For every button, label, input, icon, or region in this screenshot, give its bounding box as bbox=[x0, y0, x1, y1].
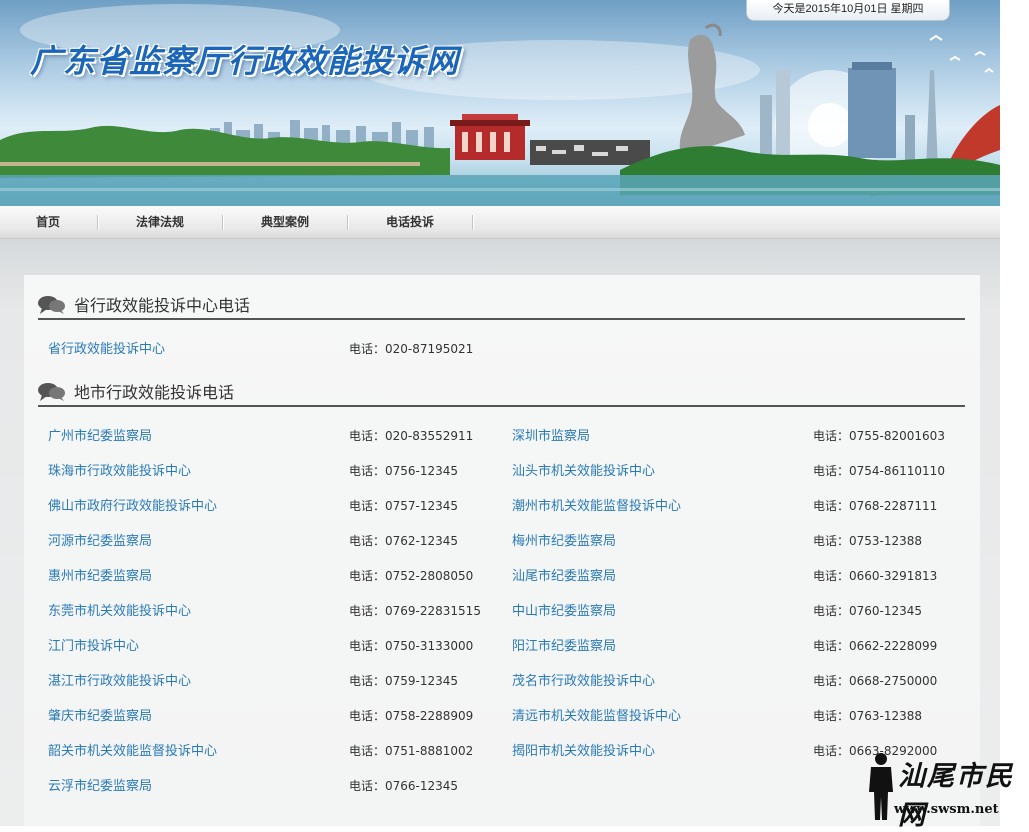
chat-bubbles-icon bbox=[38, 296, 65, 314]
site-watermark: 汕尾市民网 www.swsm.net bbox=[864, 752, 1024, 831]
office-phone: 电话：0762-12345 bbox=[349, 534, 459, 548]
office-phone: 电话：0763-12388 bbox=[813, 709, 923, 723]
office-link[interactable]: 广州市纪委监察局 bbox=[48, 425, 152, 444]
office-phone: 电话：0754-86110110 bbox=[813, 464, 945, 478]
office-phone: 电话：0752-2808050 bbox=[349, 569, 474, 583]
current-date: 今天是2015年10月01日 星期四 bbox=[746, 0, 950, 21]
office-phone: 电话：0668-2750000 bbox=[813, 674, 938, 688]
office-phone: 电话：0757-12345 bbox=[349, 499, 459, 513]
section-title: 省行政效能投诉中心电话 bbox=[74, 296, 251, 315]
watermark-url: www.swsm.net bbox=[894, 802, 999, 817]
chat-bubbles-icon bbox=[38, 383, 65, 401]
main-nav: 首页 法律法规 典型案例 电话投诉 bbox=[0, 206, 1000, 239]
office-phone: 电话：0662-2228099 bbox=[813, 639, 938, 653]
office-link[interactable]: 茂名市行政效能投诉中心 bbox=[512, 670, 655, 689]
office-link[interactable]: 揭阳市机关效能投诉中心 bbox=[512, 740, 655, 759]
office-link[interactable]: 汕头市机关效能投诉中心 bbox=[512, 460, 655, 479]
watermark-text: 汕尾市民网 bbox=[898, 761, 1014, 831]
office-link[interactable]: 潮州市机关效能监督投诉中心 bbox=[512, 495, 681, 514]
office-phone: 电话：0768-2287111 bbox=[813, 499, 938, 513]
office-phone: 电话：0758-2288909 bbox=[349, 709, 474, 723]
office-link[interactable]: 韶关市机关效能监督投诉中心 bbox=[48, 740, 217, 759]
office-phone: 电话：020-87195021 bbox=[349, 342, 474, 356]
office-link[interactable]: 清远市机关效能监督投诉中心 bbox=[512, 705, 681, 724]
office-link[interactable]: 肇庆市纪委监察局 bbox=[48, 705, 152, 724]
office-phone: 电话：0766-12345 bbox=[349, 779, 459, 793]
office-phone: 电话：0753-12388 bbox=[813, 534, 923, 548]
office-link[interactable]: 河源市纪委监察局 bbox=[48, 530, 152, 549]
city-skyline-illustration bbox=[0, 4, 1000, 206]
office-link[interactable]: 惠州市纪委监察局 bbox=[48, 565, 152, 584]
office-phone: 电话：0750-3133000 bbox=[349, 639, 474, 653]
nav-home[interactable]: 首页 bbox=[0, 206, 96, 238]
section-header-cities: 地市行政效能投诉电话 bbox=[38, 377, 965, 407]
office-link[interactable]: 江门市投诉中心 bbox=[48, 635, 139, 654]
nav-phone-complaint[interactable]: 电话投诉 bbox=[348, 206, 472, 238]
office-link[interactable]: 汕尾市纪委监察局 bbox=[512, 565, 616, 584]
office-link[interactable]: 珠海市行政效能投诉中心 bbox=[48, 460, 191, 479]
office-phone: 电话：0760-12345 bbox=[813, 604, 923, 618]
nav-cases[interactable]: 典型案例 bbox=[223, 206, 347, 238]
office-link[interactable]: 湛江市行政效能投诉中心 bbox=[48, 670, 191, 689]
office-link[interactable]: 省行政效能投诉中心 bbox=[48, 338, 165, 357]
office-link[interactable]: 云浮市纪委监察局 bbox=[48, 775, 152, 794]
office-phone: 电话：0769-22831515 bbox=[349, 604, 481, 618]
office-link[interactable]: 东莞市机关效能投诉中心 bbox=[48, 600, 191, 619]
office-link[interactable]: 阳江市纪委监察局 bbox=[512, 635, 616, 654]
office-phone: 电话：0660-3291813 bbox=[813, 569, 938, 583]
section-title: 地市行政效能投诉电话 bbox=[74, 383, 235, 402]
office-link[interactable]: 佛山市政府行政效能投诉中心 bbox=[48, 495, 217, 514]
office-phone: 电话：0759-12345 bbox=[349, 674, 459, 688]
section-header-provincial: 省行政效能投诉中心电话 bbox=[38, 290, 965, 320]
office-link[interactable]: 深圳市监察局 bbox=[512, 425, 590, 444]
nav-separator bbox=[472, 215, 473, 230]
standing-man-icon bbox=[869, 753, 893, 820]
site-title: 广东省监察厅行政效能投诉网 bbox=[30, 42, 460, 80]
nav-laws[interactable]: 法律法规 bbox=[98, 206, 222, 238]
office-phone: 电话：0751-8881002 bbox=[349, 744, 474, 758]
office-phone: 电话：020-83552911 bbox=[349, 429, 474, 443]
header-banner: 今天是2015年10月01日 星期四 广东省监察厅行政效能投诉网 bbox=[0, 0, 1000, 206]
office-link[interactable]: 梅州市纪委监察局 bbox=[512, 530, 616, 549]
office-link[interactable]: 中山市纪委监察局 bbox=[512, 600, 616, 619]
office-phone: 电话：0755-82001603 bbox=[813, 429, 945, 443]
office-phone: 电话：0756-12345 bbox=[349, 464, 459, 478]
